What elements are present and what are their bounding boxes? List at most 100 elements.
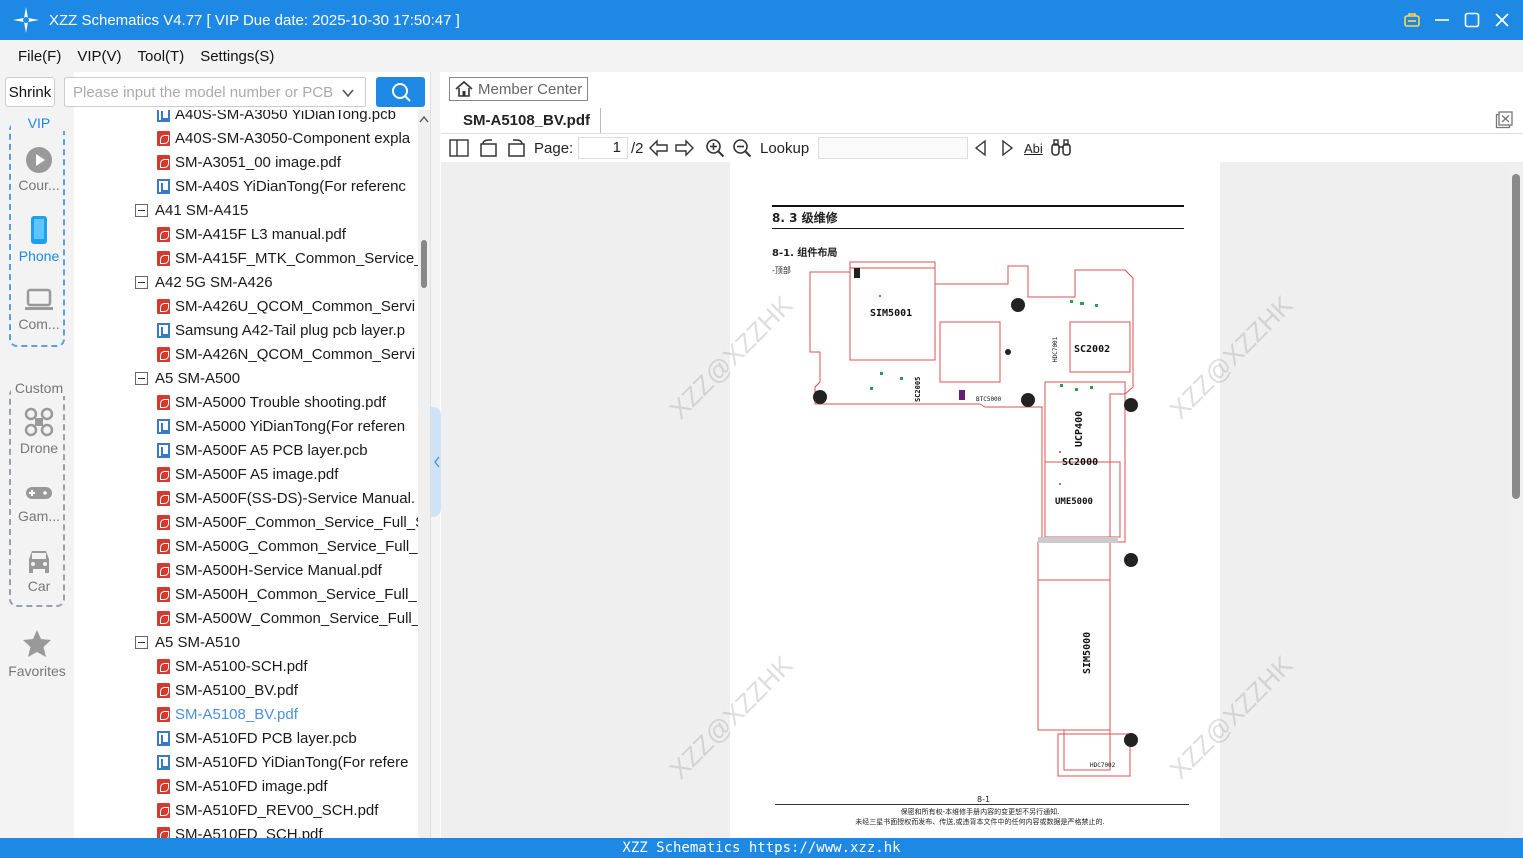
pdf-file-icon <box>157 778 170 794</box>
nav-favorites[interactable]: Favorites <box>0 629 74 679</box>
member-center-button[interactable]: Member Center <box>449 77 588 101</box>
document-viewer[interactable]: 8. 3 级维修 8-1. 组件布局 -顶部 SIM5001 SC2002 HD… <box>441 162 1509 838</box>
match-case-button[interactable]: Abi <box>1024 138 1043 158</box>
tree-file-item[interactable]: SM-A5100_BV.pdf <box>157 678 298 702</box>
tree-file-item[interactable]: A40S-SM-A3050 YiDianTong.pcb <box>157 110 396 126</box>
tree-file-item[interactable]: SM-A500F A5 PCB layer.pcb <box>157 438 368 462</box>
tree-item-label: SM-A426U_QCOM_Common_Servi <box>175 297 416 315</box>
menu-tool[interactable]: Tool(T) <box>138 48 185 65</box>
tree-file-item[interactable]: SM-A5108_BV.pdf <box>157 702 298 726</box>
panel-splitter[interactable] <box>430 72 441 838</box>
member-center-label: Member Center <box>478 80 583 98</box>
tree-group[interactable]: A42 5G SM-A426 <box>135 270 273 294</box>
maximize-icon[interactable] <box>1459 7 1485 33</box>
collapse-icon[interactable] <box>135 635 148 649</box>
board-layout-diagram: SIM5001 SC2002 HDC7001 SC2005 BTC5000 UC… <box>809 261 1138 777</box>
tree-item-label: SM-A500H_Common_Service_Full_ <box>175 585 417 603</box>
pdf-file-icon <box>157 826 170 838</box>
tree-item-label: SM-A500H-Service Manual.pdf <box>175 561 382 579</box>
close-tab-icon[interactable] <box>1495 111 1513 129</box>
chevron-down-icon[interactable] <box>341 86 355 100</box>
next-page-icon[interactable] <box>673 138 695 158</box>
viewer-scrollbar[interactable] <box>1509 162 1523 838</box>
menu-settings[interactable]: Settings(S) <box>200 48 274 65</box>
tree-file-item[interactable]: SM-A510FD image.pdf <box>157 774 328 798</box>
label-btc5000: BTC5000 <box>976 396 1002 403</box>
collapse-handle[interactable] <box>431 407 441 517</box>
tree-file-item[interactable]: SM-A5000 Trouble shooting.pdf <box>157 390 386 414</box>
rotate-right-icon[interactable] <box>506 138 526 158</box>
tree-scrollbar[interactable] <box>418 110 430 838</box>
search-input[interactable]: Please input the model number or PCB <box>64 77 366 107</box>
label-ucp400: UCP400 <box>1074 411 1085 447</box>
lookup-input[interactable] <box>818 137 968 159</box>
tree-file-item[interactable]: A40S-SM-A3050-Component expla <box>157 126 410 150</box>
tree-file-item[interactable]: SM-A5000 YiDianTong(For referen <box>157 414 405 438</box>
label-sc2002: SC2002 <box>1074 344 1110 355</box>
tree-file-item[interactable]: SM-A5100-SCH.pdf <box>157 654 308 678</box>
nav-favorites-label: Favorites <box>8 663 66 679</box>
minimize-icon[interactable] <box>1429 7 1455 33</box>
tree-item-label: SM-A5000 YiDianTong(For referen <box>175 417 406 435</box>
tree-scroll-thumb[interactable] <box>421 240 427 288</box>
zoom-out-icon[interactable] <box>732 138 752 158</box>
nav-drone-label: Drone <box>19 440 59 456</box>
tree-file-item[interactable]: SM-A500W_Common_Service_Full_ <box>157 606 418 630</box>
tree-item-label: SM-A500W_Common_Service_Full_ <box>175 609 418 627</box>
viewer-scroll-thumb[interactable] <box>1512 174 1520 499</box>
tree-file-item[interactable]: SM-A510FD_REV00_SCH.pdf <box>157 798 378 822</box>
tree-file-item[interactable]: SM-A500H_Common_Service_Full_ <box>157 582 417 606</box>
tree-file-item[interactable]: SM-A510FD PCB layer.pcb <box>157 726 357 750</box>
tree-file-item[interactable]: SM-A3051_00 image.pdf <box>157 150 341 174</box>
nav-computer[interactable]: Com... <box>11 287 67 332</box>
tree-group[interactable]: A5 SM-A510 <box>135 630 240 654</box>
tree-file-item[interactable]: Samsung A42-Tail plug pcb layer.p <box>157 318 405 342</box>
tree-file-item[interactable]: SM-A500F A5 image.pdf <box>157 462 338 486</box>
collapse-icon[interactable] <box>135 203 148 217</box>
tree-file-item[interactable]: SM-A500F(SS-DS)-Service Manual. <box>157 486 415 510</box>
tree-file-item[interactable]: SM-A426N_QCOM_Common_Servi <box>157 342 415 366</box>
tree-file-item[interactable]: SM-A415F L3 manual.pdf <box>157 222 346 246</box>
tree-group[interactable]: A41 SM-A415 <box>135 198 248 222</box>
document-tab[interactable]: SM-A5108_BV.pdf <box>453 108 601 133</box>
pdf-file-icon <box>157 346 170 362</box>
collapse-icon[interactable] <box>135 275 148 289</box>
menu-vip[interactable]: VIP(V) <box>77 48 121 65</box>
tree-file-item[interactable]: SM-A510FD YiDianTong(For refere <box>157 750 408 774</box>
shrink-button[interactable]: Shrink <box>5 77 55 107</box>
tree-file-item[interactable]: SM-A500F_Common_Service_Full_S <box>157 510 418 534</box>
tree-item-label: A5 SM-A500 <box>155 369 241 387</box>
menu-file[interactable]: File(F) <box>18 48 61 65</box>
viewer-toolbar: Page: 1 /2 Lookup Abi <box>441 134 1523 162</box>
rotate-left-icon[interactable] <box>479 138 499 158</box>
vip-badge-icon[interactable] <box>1399 7 1425 33</box>
label-sim5001: SIM5001 <box>870 308 912 319</box>
collapse-icon[interactable] <box>135 371 148 385</box>
find-prev-icon[interactable] <box>973 138 989 158</box>
search-icon <box>391 83 411 102</box>
tree-file-item[interactable]: SM-A510FD_SCH.pdf <box>157 822 323 838</box>
sidebar-toggle-icon[interactable] <box>449 138 469 158</box>
nav-drone[interactable]: Drone <box>11 407 67 456</box>
nav-course[interactable]: Cour... <box>11 146 67 193</box>
nav-car[interactable]: Car <box>11 547 67 594</box>
nav-phone[interactable]: Phone <box>11 215 67 264</box>
pdf-file-icon <box>157 154 170 170</box>
tree-file-item[interactable]: SM-A500G_Common_Service_Full_! <box>157 534 418 558</box>
page-number-input[interactable]: 1 <box>578 137 628 159</box>
binoculars-icon[interactable] <box>1050 138 1072 158</box>
tree-group[interactable]: A5 SM-A500 <box>135 366 240 390</box>
nav-game[interactable]: Gam... <box>11 481 67 524</box>
tree-file-item[interactable]: SM-A500H-Service Manual.pdf <box>157 558 382 582</box>
prev-page-icon[interactable] <box>648 138 670 158</box>
search-button[interactable] <box>376 77 425 107</box>
tree-file-item[interactable]: SM-A426U_QCOM_Common_Servi <box>157 294 415 318</box>
tree-file-item[interactable]: SM-A415F_MTK_Common_Service_ <box>157 246 418 270</box>
vip-group-label: VIP <box>11 115 67 131</box>
tree-file-item[interactable]: SM-A40S YiDianTong(For referenc <box>157 174 406 198</box>
close-icon[interactable] <box>1489 7 1515 33</box>
find-next-icon[interactable] <box>999 138 1015 158</box>
drone-icon <box>24 407 54 437</box>
scroll-up-icon[interactable] <box>418 114 430 124</box>
zoom-in-icon[interactable] <box>705 138 725 158</box>
